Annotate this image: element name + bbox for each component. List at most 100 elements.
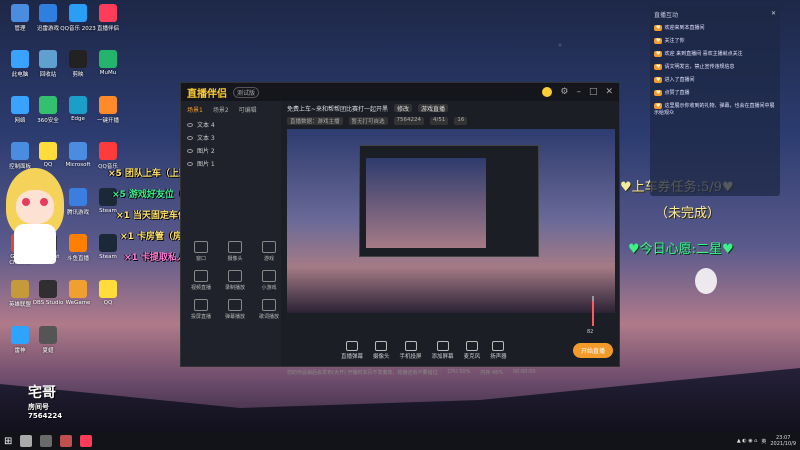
today-wish: ♥今日心愿:二星♥ bbox=[628, 242, 734, 257]
desktop-icon[interactable]: 一键开播 bbox=[88, 96, 128, 124]
source-item[interactable]: 图片 1 bbox=[181, 157, 281, 170]
level-badge: ♥ bbox=[654, 90, 663, 96]
broadcaster-name: 宅哥 bbox=[28, 385, 56, 401]
status-item: 00:00:00 bbox=[513, 369, 536, 375]
clock-date: 2021/10/9 bbox=[770, 441, 796, 447]
control-button[interactable]: 麦克风 bbox=[464, 340, 480, 360]
stream-preview[interactable] bbox=[287, 129, 615, 313]
app-icon bbox=[99, 96, 117, 114]
control-button[interactable]: 摄像头 bbox=[373, 340, 390, 360]
close-window-icon[interactable]: ✕ bbox=[605, 87, 613, 97]
chat-message: ♥ 关注了你 bbox=[654, 38, 685, 44]
task-view-icon[interactable] bbox=[40, 435, 53, 447]
desktop-icon-label: 回收站 bbox=[39, 72, 57, 78]
desktop-icon[interactable]: MuMu bbox=[88, 50, 128, 76]
chat-message: ♥ 欢迎来到本直播间 bbox=[654, 25, 705, 31]
volume-slider[interactable] bbox=[589, 296, 597, 326]
tray-icons[interactable]: ▲ ◐ ◉ ⌂ bbox=[737, 438, 758, 444]
eye-icon[interactable] bbox=[187, 122, 193, 127]
level-badge: ♥ bbox=[654, 25, 663, 31]
scene-tab[interactable]: 场景1 bbox=[187, 105, 203, 114]
close-icon[interactable]: ✕ bbox=[771, 10, 776, 19]
control-button[interactable]: 扬声器 bbox=[490, 340, 507, 360]
main-area: 免费上车~来和帮帮团比赛打一起开黑 修改 游戏直播 直播数据：游戏主播 暂无打可自… bbox=[281, 101, 619, 376]
app-icon bbox=[69, 280, 87, 298]
desktop-icon-label: 此电脑 bbox=[11, 72, 29, 78]
desktop-icon-label: WeGame bbox=[65, 300, 91, 306]
maximize-icon[interactable]: □ bbox=[589, 87, 598, 97]
edit-button[interactable]: 修改 bbox=[394, 104, 413, 113]
tool-button[interactable]: 录制播放 bbox=[221, 270, 249, 291]
desktop-icon-label: 斗鱼直播 bbox=[66, 256, 89, 262]
desktop-icon-label: 剪映 bbox=[72, 72, 84, 78]
source-item[interactable]: 文本 3 bbox=[181, 131, 281, 144]
chat-message: ♥ 这里展示你收到的礼物、弹幕，也会在直播间中展示给观众 bbox=[654, 103, 775, 116]
stream-title[interactable]: 免费上车~来和帮帮团比赛打一起开黑 bbox=[287, 104, 388, 113]
scene-tab[interactable]: 可编辑 bbox=[239, 105, 257, 114]
search-icon[interactable] bbox=[20, 435, 33, 447]
clock[interactable]: 23:07 2021/10/9 bbox=[770, 435, 796, 447]
app-icon bbox=[11, 50, 29, 68]
category-select[interactable]: 游戏直播 bbox=[418, 104, 449, 113]
mascot-avatar bbox=[0, 168, 70, 268]
app-icon bbox=[11, 4, 29, 22]
level-badge: ♥ bbox=[654, 38, 663, 44]
live-companion-taskbar-icon[interactable] bbox=[80, 435, 93, 447]
app-icon bbox=[99, 280, 117, 298]
avatar[interactable] bbox=[542, 87, 553, 97]
app-icon bbox=[39, 326, 57, 344]
desktop-icon-label: 迅雷游戏 bbox=[36, 26, 59, 32]
status-item: 您的作品稍后会发布(大开) 开播时本页不发奏效、稳播还有不要错过 bbox=[287, 370, 438, 376]
desktop-icon-label: MuMu bbox=[99, 70, 117, 76]
room-info-item: 7564224 bbox=[393, 117, 425, 125]
level-badge: ♥ bbox=[654, 77, 663, 83]
eye-icon[interactable] bbox=[187, 148, 193, 153]
windows-start-icon[interactable]: ⊞ bbox=[4, 436, 12, 447]
settings-icon[interactable]: ⚙ bbox=[560, 87, 568, 97]
version-badge: 测试版 bbox=[233, 86, 260, 98]
chat-message: ♥ 进入了直播间 bbox=[654, 77, 695, 83]
desktop-icon[interactable]: QQ bbox=[88, 280, 128, 306]
app-icon bbox=[69, 142, 87, 160]
tool-button[interactable]: 窗口 bbox=[187, 241, 215, 262]
control-button[interactable]: 直播弹幕 bbox=[341, 340, 363, 360]
rocket-icon bbox=[695, 268, 717, 294]
source-item[interactable]: 文本 4 bbox=[181, 118, 281, 131]
eye-icon[interactable] bbox=[187, 161, 193, 166]
desktop-icon-label: 网络 bbox=[14, 118, 26, 124]
source-item[interactable]: 图片 2 bbox=[181, 144, 281, 157]
desktop-icon[interactable]: 直播伴侣 bbox=[88, 4, 128, 32]
tool-button[interactable]: 游戏 bbox=[255, 241, 283, 262]
app-icon bbox=[99, 234, 117, 252]
scene-tab[interactable]: 场景2 bbox=[213, 105, 229, 114]
ime-indicator[interactable]: 英 bbox=[761, 438, 766, 445]
app-icon bbox=[99, 4, 117, 22]
tool-button[interactable]: 摄像头 bbox=[221, 241, 249, 262]
status-item: CPU 50% bbox=[447, 369, 471, 375]
app-icon bbox=[69, 50, 87, 68]
app-icon bbox=[69, 96, 87, 114]
desktop-icon-label: 腾讯游戏 bbox=[66, 210, 89, 216]
level-badge: ♥ bbox=[654, 103, 663, 109]
app-icon bbox=[11, 96, 29, 114]
app-icon bbox=[11, 280, 29, 298]
tool-button[interactable]: 歌词播放 bbox=[255, 299, 283, 320]
tool-button[interactable]: 视频直播 bbox=[187, 270, 215, 291]
chat-panel[interactable]: 直播互动 ✕ ♥ 欢迎来到本直播间 ♥ 关注了你 ♥ 欢迎 来到直播间 喜欢主播就点关注 ♥… bbox=[650, 6, 780, 196]
tool-button[interactable]: 弹幕播放 bbox=[221, 299, 249, 320]
start-live-button[interactable]: 开始直播 bbox=[572, 342, 613, 358]
control-button[interactable]: 添加屏幕 bbox=[432, 340, 454, 360]
chat-message: ♥ 欢迎 来到直播间 喜欢主播就点关注 bbox=[654, 51, 743, 57]
broadcaster-id: 宅哥 房间号 7564224 bbox=[28, 382, 62, 420]
control-button[interactable]: 手机投屏 bbox=[400, 340, 422, 360]
explorer-taskbar-icon[interactable] bbox=[60, 435, 73, 447]
desktop-icon[interactable]: 夏翅 bbox=[28, 326, 68, 354]
eye-icon[interactable] bbox=[187, 135, 193, 140]
app-icon bbox=[39, 96, 57, 114]
live-companion-window[interactable]: 直播伴侣 测试版 ⚙ – □ ✕ 场景1 场景2 可编辑 文本 4 文本 3 图片 2图… bbox=[180, 82, 620, 376]
minimize-icon[interactable]: – bbox=[576, 87, 581, 97]
app-icon bbox=[99, 142, 117, 160]
tool-button[interactable]: 投屏直播 bbox=[187, 299, 215, 320]
room-badge: 房间号 bbox=[28, 403, 49, 411]
tool-button[interactable]: 小游戏 bbox=[255, 270, 283, 291]
